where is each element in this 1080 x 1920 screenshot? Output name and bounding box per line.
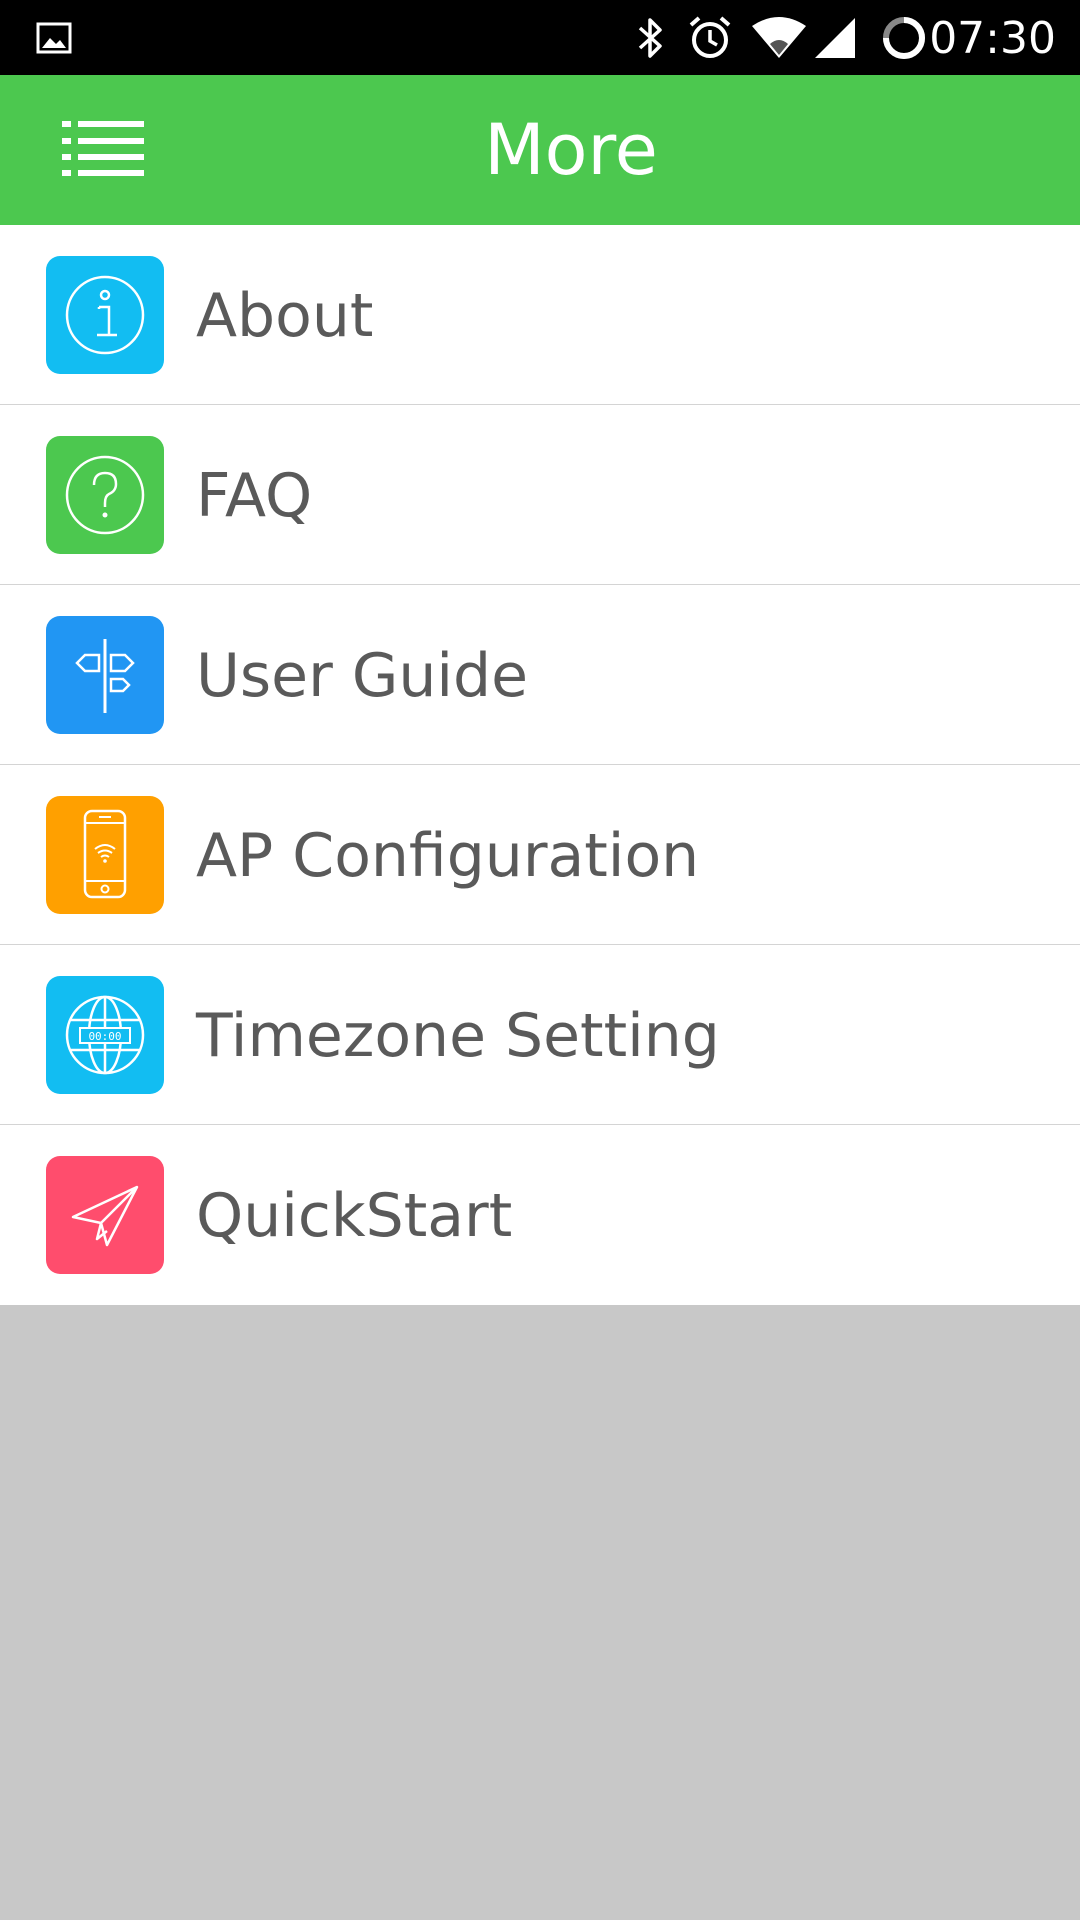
empty-content-area: [0, 1310, 1080, 1920]
question-icon: [46, 436, 164, 554]
menu-item-label: QuickStart: [196, 1181, 513, 1251]
more-menu-list: About FAQ User Guide AP Configuration 00…: [0, 225, 1080, 1305]
app-bar: More: [0, 75, 1080, 225]
status-bar: 07:30: [0, 0, 1080, 75]
menu-item-timezone-setting[interactable]: 00:00 Timezone Setting: [0, 945, 1080, 1125]
sync-icon: [880, 0, 928, 75]
globe-clock-icon: 00:00: [46, 976, 164, 1094]
paper-plane-icon: [46, 1156, 164, 1274]
menu-item-label: Timezone Setting: [196, 1001, 720, 1071]
list-menu-icon: [62, 119, 144, 182]
bluetooth-icon: [630, 0, 670, 75]
menu-item-label: About: [196, 281, 374, 351]
menu-button[interactable]: [40, 95, 166, 205]
wifi-icon: [748, 0, 810, 75]
menu-item-quickstart[interactable]: QuickStart: [0, 1125, 1080, 1305]
menu-item-label: AP Configuration: [196, 821, 700, 891]
clock-digits: 00:00: [88, 1030, 121, 1043]
menu-item-user-guide[interactable]: User Guide: [0, 585, 1080, 765]
menu-item-label: User Guide: [196, 641, 529, 711]
menu-item-label: FAQ: [196, 461, 313, 531]
status-time: 07:30: [929, 13, 1056, 64]
menu-item-about[interactable]: About: [0, 225, 1080, 405]
menu-item-faq[interactable]: FAQ: [0, 405, 1080, 585]
info-icon: [46, 256, 164, 374]
alarm-icon: [685, 0, 735, 75]
phone-wifi-icon: [46, 796, 164, 914]
cell-signal-icon: [812, 0, 858, 75]
image-notification-icon: [34, 0, 74, 75]
signpost-icon: [46, 616, 164, 734]
menu-item-ap-configuration[interactable]: AP Configuration: [0, 765, 1080, 945]
